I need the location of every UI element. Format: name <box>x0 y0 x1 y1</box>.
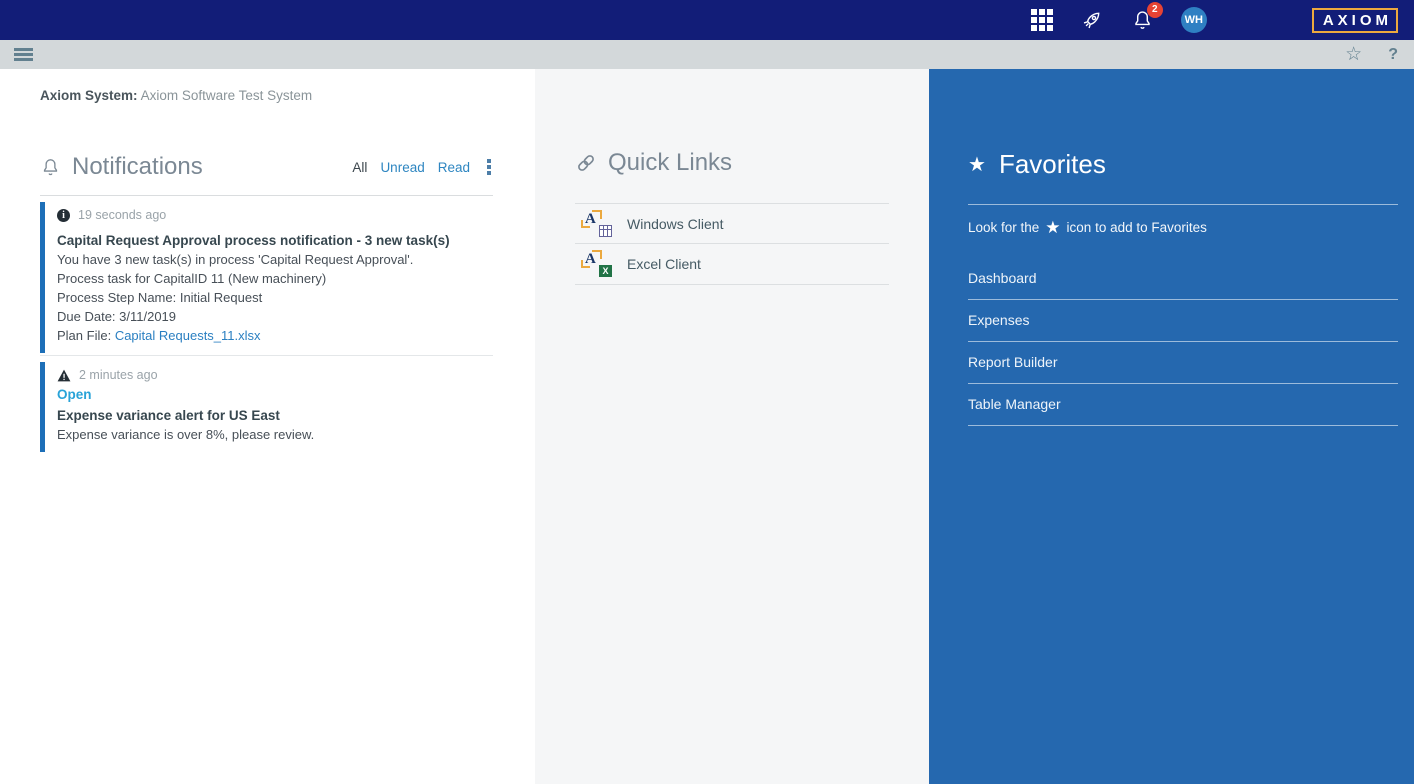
favorites-hint-prefix: Look for the <box>968 220 1040 235</box>
main-content: Axiom System: Axiom Software Test System… <box>0 69 1414 784</box>
notification-line: Due Date: 3/11/2019 <box>57 309 177 324</box>
top-nav-bar: 2 WH AXIOM <box>0 0 1414 40</box>
quick-link-label: Excel Client <box>627 256 701 272</box>
quick-links-column: Quick Links A Windows Client A X Excel C… <box>535 69 929 784</box>
axiom-system-label: Axiom System: <box>40 88 138 103</box>
axiom-system-line: Axiom System: Axiom Software Test System <box>40 88 493 103</box>
info-icon: i <box>57 208 70 222</box>
notifications-title: Notifications <box>72 153 203 180</box>
hamburger-menu-icon[interactable] <box>12 46 35 63</box>
favorites-header-divider <box>968 204 1398 205</box>
rocket-icon[interactable] <box>1080 8 1104 32</box>
filter-unread[interactable]: Unread <box>380 160 424 175</box>
notification-plan-file-line: Plan File: Capital Requests_11.xlsx <box>57 326 493 345</box>
apps-grid-glyph <box>1030 9 1053 31</box>
favorites-title: Favorites <box>998 149 1106 179</box>
filter-read[interactable]: Read <box>438 160 470 175</box>
warning-icon <box>57 369 71 382</box>
link-chain-icon <box>575 152 597 174</box>
notification-divider <box>40 355 493 356</box>
axiom-windows-client-icon: A <box>581 209 612 237</box>
favorite-item-table-manager[interactable]: Table Manager <box>968 384 1398 426</box>
favorites-star-icon: ★ <box>968 153 986 176</box>
notifications-column: Axiom System: Axiom Software Test System… <box>0 69 535 784</box>
apps-grid-icon[interactable] <box>1030 9 1053 31</box>
notification-line: You have 3 new task(s) in process 'Capit… <box>57 252 414 267</box>
favorites-hint: Look for the ★ icon to add to Favorites <box>968 219 1398 236</box>
favorites-header: ★ Favorites <box>968 149 1398 180</box>
favorite-item-dashboard[interactable]: Dashboard <box>968 258 1398 300</box>
notifications-header: Notifications All Unread Read <box>40 153 493 181</box>
excel-icon: X <box>599 265 612 277</box>
favorites-hint-suffix: icon to add to Favorites <box>1066 220 1207 235</box>
user-avatar[interactable]: WH <box>1180 7 1207 33</box>
bell-outline-icon <box>40 157 61 178</box>
filter-all[interactable]: All <box>352 160 367 175</box>
favorite-toggle-star-icon[interactable]: ☆ <box>1345 45 1362 64</box>
help-icon[interactable]: ? <box>1388 46 1398 64</box>
notification-count-badge: 2 <box>1146 1 1163 18</box>
notifications-bell-icon[interactable]: 2 <box>1131 1 1163 32</box>
notifications-header-divider <box>40 195 493 196</box>
table-grid-icon <box>599 224 612 237</box>
inline-star-icon: ★ <box>1045 218 1061 237</box>
secondary-toolbar: ☆ ? <box>0 40 1414 69</box>
notification-card: i 19 seconds ago Capital Request Approva… <box>40 202 493 353</box>
quick-link-label: Windows Client <box>627 215 724 232</box>
favorite-item-expenses[interactable]: Expenses <box>968 300 1398 342</box>
quick-links-list: A Windows Client A X Excel Client <box>575 203 889 285</box>
quick-link-excel-client[interactable]: A X Excel Client <box>575 244 889 285</box>
axiom-logo: AXIOM <box>1311 7 1398 33</box>
notification-card: 2 minutes ago Open Expense variance aler… <box>40 362 493 452</box>
quick-links-header: Quick Links <box>575 149 889 177</box>
notification-timestamp: 2 minutes ago <box>79 368 158 382</box>
axiom-excel-client-icon: A X <box>581 250 612 277</box>
quick-link-windows-client[interactable]: A Windows Client <box>575 203 889 244</box>
quick-links-title: Quick Links <box>608 149 733 176</box>
favorites-list: Dashboard Expenses Report Builder Table … <box>968 258 1398 426</box>
notification-line: Expense variance is over 8%, please revi… <box>57 427 315 442</box>
open-link[interactable]: Open <box>57 387 92 402</box>
favorite-item-report-builder[interactable]: Report Builder <box>968 342 1398 384</box>
notifications-more-menu-icon[interactable] <box>485 157 493 177</box>
plan-file-label: Plan File: <box>57 328 115 343</box>
notification-title: Expense variance alert for US East <box>57 408 280 423</box>
axiom-system-value: Axiom Software Test System <box>140 88 313 103</box>
top-nav-icon-group: 2 WH AXIOM <box>1030 1 1402 33</box>
plan-file-link[interactable]: Capital Requests_11.xlsx <box>115 328 261 343</box>
notification-line: Process Step Name: Initial Request <box>57 290 263 305</box>
notification-title: Capital Request Approval process notific… <box>57 233 450 248</box>
notification-timestamp: 19 seconds ago <box>78 208 167 222</box>
favorites-panel: ★ Favorites Look for the ★ icon to add t… <box>929 69 1414 784</box>
notification-line: Process task for CapitalID 11 (New machi… <box>57 271 327 286</box>
